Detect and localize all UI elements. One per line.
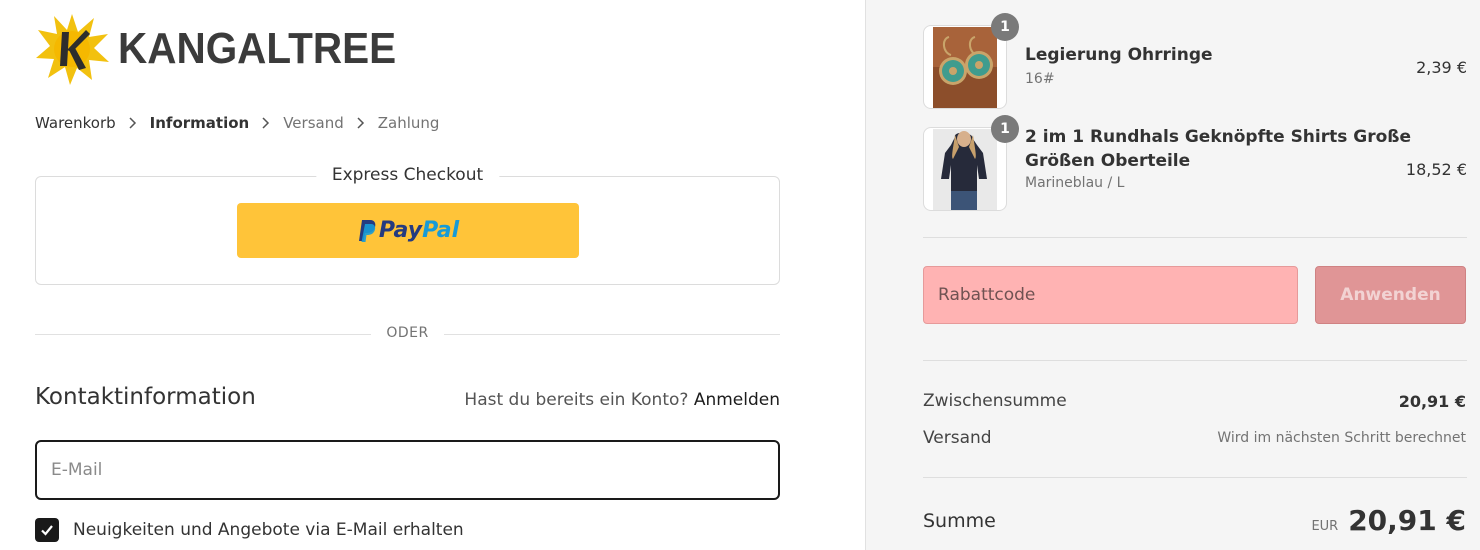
subtotal-label: Zwischensumme xyxy=(923,391,1067,411)
product-name: Legierung Ohrringe xyxy=(1025,45,1213,65)
shirt-product-image xyxy=(933,129,997,210)
paypal-button[interactable]: PayPal xyxy=(237,203,579,258)
product-name-line-2: Größen Oberteile xyxy=(1025,151,1191,171)
cart-item: 1 2 im 1 Rundhals Geknöpfte Shirts Große… xyxy=(923,115,1467,211)
product-variant: Marineblau / L xyxy=(1025,175,1125,191)
brand-logo[interactable]: KANGALTREE xyxy=(34,12,420,86)
brand-name: KANGALTREE xyxy=(118,24,397,73)
cart-item: 1 Legierung Ohrringe 16# 2,39 € xyxy=(923,13,1467,109)
section-divider xyxy=(923,477,1467,478)
section-divider xyxy=(923,360,1467,361)
product-variant: 16# xyxy=(1025,71,1055,87)
divider-line xyxy=(35,334,371,335)
newsletter-option[interactable]: Neuigkeiten und Angebote via E-Mail erha… xyxy=(35,518,464,542)
product-name-line-1: 2 im 1 Rundhals Geknöpfte Shirts Große xyxy=(1025,127,1412,147)
email-field[interactable] xyxy=(35,440,780,500)
or-divider: ODER xyxy=(35,325,780,341)
login-link[interactable]: Anmelden xyxy=(694,390,780,410)
earrings-product-image xyxy=(933,27,997,108)
express-checkout-title: Express Checkout xyxy=(315,165,500,185)
checkmark-icon xyxy=(41,525,53,536)
apply-discount-button[interactable]: Anwenden xyxy=(1315,266,1466,324)
login-prompt: Hast du bereits ein Konto? Anmelden xyxy=(464,390,780,410)
breadcrumb-payment: Zahlung xyxy=(377,114,440,132)
section-divider xyxy=(923,237,1467,238)
newsletter-checkbox[interactable] xyxy=(35,518,59,542)
shipping-label: Versand xyxy=(923,428,992,448)
checkout-main: KANGALTREE Warenkorb Information Versand… xyxy=(0,0,865,550)
product-price: 2,39 € xyxy=(1416,58,1467,77)
breadcrumb-information: Information xyxy=(149,114,250,132)
currency-code: EUR xyxy=(1311,519,1339,534)
breadcrumb-shipping: Versand xyxy=(283,114,344,132)
contact-section-title: Kontaktinformation xyxy=(35,384,256,410)
quantity-badge: 1 xyxy=(991,13,1019,41)
newsletter-label: Neuigkeiten und Angebote via E-Mail erha… xyxy=(73,520,464,540)
product-thumbnail: 1 xyxy=(923,115,1019,211)
discount-code-input[interactable] xyxy=(923,266,1298,324)
paypal-icon xyxy=(358,219,376,242)
product-thumbnail: 1 xyxy=(923,13,1019,109)
total-amount: 20,91 € xyxy=(1348,504,1466,537)
login-prompt-text: Hast du bereits ein Konto? xyxy=(464,390,689,410)
or-divider-label: ODER xyxy=(386,325,429,341)
paypal-pay-text: Pay xyxy=(378,218,423,243)
chevron-right-icon xyxy=(262,117,270,129)
paypal-wordmark: PayPal xyxy=(379,218,459,243)
product-price: 18,52 € xyxy=(1405,160,1467,179)
breadcrumb-cart[interactable]: Warenkorb xyxy=(35,114,116,132)
chevron-right-icon xyxy=(129,117,136,129)
chevron-right-icon xyxy=(357,117,364,129)
subtotal-value: 20,91 € xyxy=(1398,392,1466,411)
quantity-badge: 1 xyxy=(991,115,1019,143)
total: EUR 20,91 € xyxy=(1311,504,1466,537)
sun-logo-icon xyxy=(36,14,109,85)
paypal-pal-text: Pal xyxy=(422,218,460,243)
divider-line xyxy=(444,334,780,335)
total-label: Summe xyxy=(923,510,996,532)
express-checkout: Express Checkout PayPal xyxy=(35,165,780,285)
order-summary: 1 Legierung Ohrringe 16# 2,39 € 1 2 im 1… xyxy=(865,0,1480,550)
shipping-value: Wird im nächsten Schritt berechnet xyxy=(1217,430,1466,446)
breadcrumb: Warenkorb Information Versand Zahlung xyxy=(35,114,439,132)
